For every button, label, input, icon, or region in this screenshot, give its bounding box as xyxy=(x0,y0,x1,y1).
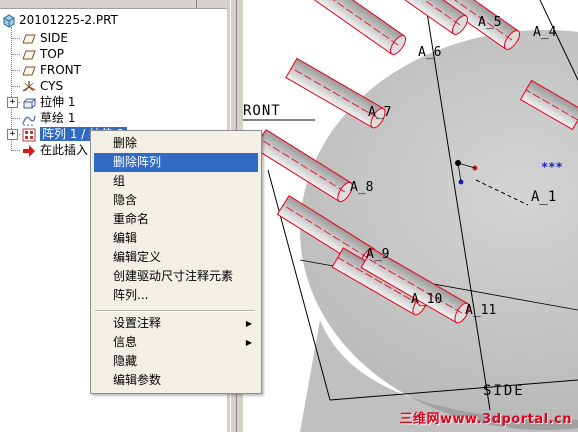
menu-item-edit[interactable]: 编辑 xyxy=(94,229,258,248)
axis-label-a11: A_11 xyxy=(465,303,497,318)
tree-item-side[interactable]: SIDE xyxy=(22,30,68,46)
menu-item-delete-pattern[interactable]: 删除阵列 xyxy=(94,153,258,172)
graphics-viewport[interactable]: RONT SIDE A_4 A_5 A_6 A_7 A_8 A_9 A_10 A… xyxy=(243,0,578,432)
datum-label-front: RONT xyxy=(243,103,281,119)
axis-label-a7: A_7 xyxy=(368,105,392,120)
menu-item-suppress[interactable]: 隐含 xyxy=(94,191,258,210)
menu-item-group[interactable]: 组 xyxy=(94,172,258,191)
axis-label-a6: A_6 xyxy=(418,45,442,60)
menu-item-create-dim-annotation[interactable]: 创建驱动尺寸注释元素 xyxy=(94,267,258,286)
tree-root-label: 20101225-2.PRT xyxy=(19,13,118,27)
sketch-icon xyxy=(22,115,36,125)
datum-label-side: SIDE xyxy=(483,383,525,399)
submenu-arrow-icon: ▶ xyxy=(245,338,252,347)
menu-separator xyxy=(95,310,255,312)
tree-header-bar xyxy=(0,0,227,9)
menu-item-info[interactable]: 信息 ▶ xyxy=(94,333,258,352)
menu-item-pattern[interactable]: 阵列... xyxy=(94,286,258,305)
marker-text: *** xyxy=(541,160,563,174)
axis-label-a8: A_8 xyxy=(350,180,374,195)
menu-item-delete[interactable]: 删除 xyxy=(94,134,258,153)
pattern-icon xyxy=(22,128,36,141)
menu-item-hide[interactable]: 隐藏 xyxy=(94,352,258,371)
watermark: 三维网www.3dportal.cn xyxy=(399,412,572,427)
axis-label-a10: A_10 xyxy=(411,292,443,307)
menu-item-set-annotation[interactable]: 设置注释 ▶ xyxy=(94,314,258,333)
submenu-arrow-icon: ▶ xyxy=(245,319,252,328)
part-icon xyxy=(3,13,15,28)
tree-item-insert-here[interactable]: 在此插入 xyxy=(22,142,88,158)
tree-item-extrude-1[interactable]: 拉伸 1 xyxy=(22,94,75,110)
axis-label-a4: A_4 xyxy=(533,25,557,40)
tree-item-front[interactable]: FRONT xyxy=(22,62,81,78)
menu-item-edit-parameters[interactable]: 编辑参数 xyxy=(94,371,258,390)
context-menu: 删除 删除阵列 组 隐含 重命名 编辑 编辑定义 创建驱动尺寸注释元素 阵列..… xyxy=(90,130,262,394)
axis-label-a5: A_5 xyxy=(478,15,502,30)
menu-item-label: 设置注释 xyxy=(113,316,162,330)
expand-icon[interactable]: + xyxy=(7,97,18,108)
axis-label-a1: A_1 xyxy=(531,189,557,205)
datum-plane-icon xyxy=(22,34,36,43)
tree-item-cys[interactable]: CYS xyxy=(22,78,63,94)
tree-item-sketch-1[interactable]: 草绘 1 xyxy=(22,110,75,126)
menu-item-edit-definition[interactable]: 编辑定义 xyxy=(94,248,258,267)
cylinder-a6 xyxy=(309,0,407,55)
menu-item-label: 信息 xyxy=(113,335,138,349)
tree-item-top[interactable]: TOP xyxy=(22,46,64,62)
extrude-icon xyxy=(23,98,36,108)
datum-plane-icon xyxy=(22,50,36,59)
model-3d-view xyxy=(243,0,578,432)
insert-here-arrow-icon xyxy=(23,144,35,157)
axis-label-a9: A_9 xyxy=(366,247,390,262)
menu-item-rename[interactable]: 重命名 xyxy=(94,210,258,229)
tree-root-part[interactable]: 20101225-2.PRT xyxy=(2,12,118,28)
datum-plane-icon xyxy=(22,66,36,75)
coordinate-system-icon xyxy=(22,80,36,92)
expand-icon[interactable]: + xyxy=(7,129,18,140)
